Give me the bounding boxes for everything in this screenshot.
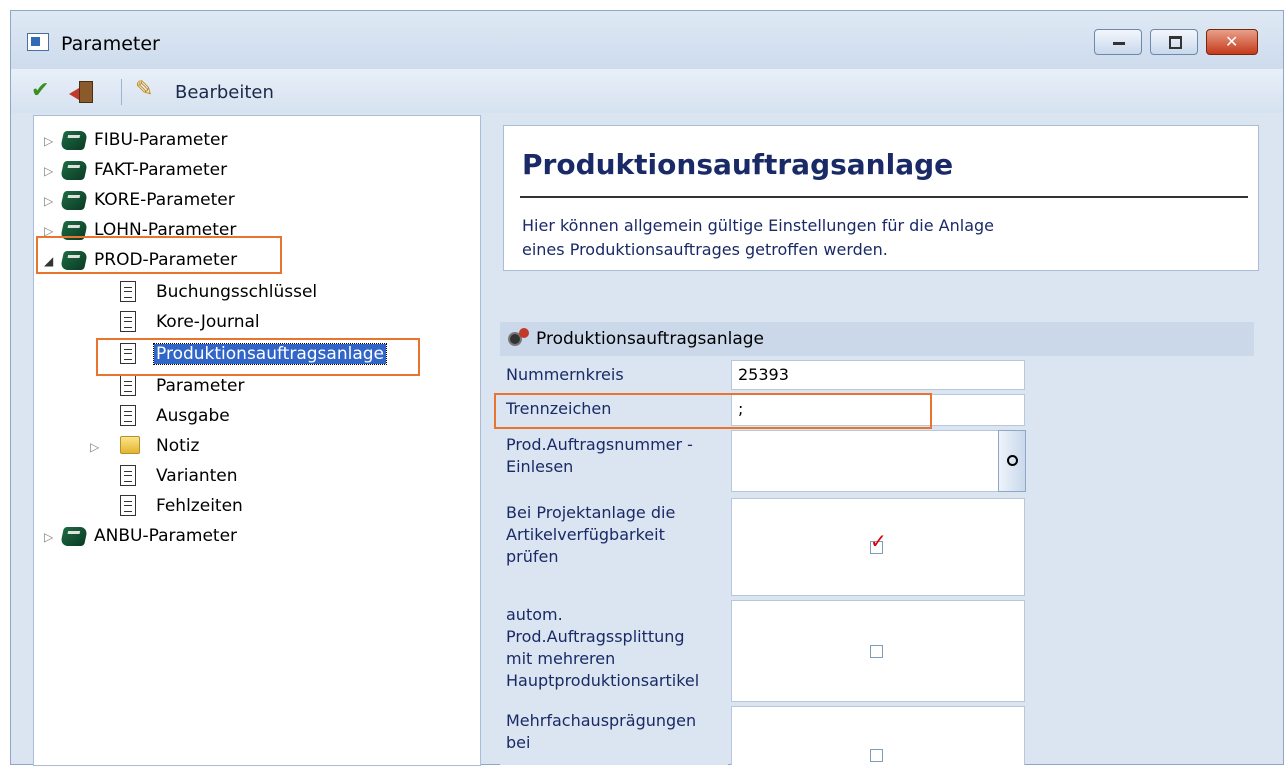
pencil-icon[interactable]: ✎ [135,79,153,101]
title-divider [520,196,1248,198]
checkmark-icon[interactable]: ✔ [31,80,49,102]
tree-item-label: Parameter [156,376,245,396]
exit-door-icon[interactable] [69,81,93,103]
checkmark-icon: ✓ [870,529,887,553]
label-line: autom. [506,605,563,624]
tree-item-label: FIBU-Parameter [94,130,228,150]
toolbar-separator [121,79,122,105]
splitting-checkbox[interactable] [870,645,883,658]
parameter-tree[interactable]: ▷ FIBU-Parameter ▷ FAKT-Parameter ▷ KORE… [33,115,481,766]
document-icon [120,465,136,486]
nummernkreis-field[interactable]: 25393 [731,360,1025,390]
section-header: Produktionsauftragsanlage [500,322,1254,356]
highlight-frame-trennzeichen [494,393,932,429]
expand-arrow-icon[interactable]: ▷ [44,194,53,208]
label-line: Hauptproduktionsartikel [506,671,700,690]
description-line: eines Produktionsauftrages getroffen wer… [522,240,888,259]
tree-item-label: Ausgabe [156,406,230,426]
window-title: Parameter [61,33,160,55]
tree-item-label: Kore-Journal [156,312,260,332]
mehrfach-cell [731,706,1025,765]
tree-item-label: Notiz [156,436,200,456]
app-icon [27,33,49,51]
book-icon [59,191,89,210]
tree-item-label: Varianten [156,466,238,486]
label-line: mit mehreren [506,649,616,668]
document-icon [120,311,136,332]
label-line: bei [506,733,531,752]
label-line: Artikelverfügbarkeit [506,525,665,544]
page-description: Hier können allgemein gültige Einstellun… [522,214,994,262]
description-panel: Produktionsauftragsanlage Hier können al… [503,125,1259,271]
document-icon [120,375,136,396]
expand-arrow-icon[interactable]: ▷ [44,164,53,178]
tree-item-label: FAKT-Parameter [94,160,228,180]
title-bar[interactable]: Parameter [11,11,1283,69]
label-line: Prod.Auftragsnummer - [506,435,693,454]
expand-arrow-icon[interactable]: ▷ [90,440,99,454]
einlesen-field[interactable] [731,430,999,492]
edit-button[interactable]: Bearbeiten [175,82,274,103]
book-icon [59,161,89,180]
close-button[interactable] [1206,29,1258,55]
highlight-frame-produktionsauftragsanlage [96,338,420,376]
folder-icon [120,436,140,454]
expand-arrow-icon[interactable]: ▷ [44,530,53,544]
einlesen-label: Prod.Auftragsnummer - Einlesen [500,430,728,492]
document-icon [120,405,136,426]
nummernkreis-label: Nummernkreis [500,360,728,390]
description-line: Hier können allgemein gültige Einstellun… [522,216,995,235]
section-title: Produktionsauftragsanlage [536,329,764,349]
document-icon [120,495,136,516]
splitting-cell [731,600,1025,702]
label-line: Einlesen [506,457,574,476]
tree-item-label: Fehlzeiten [156,496,243,516]
tree-item-label: Buchungsschlüssel [156,282,318,302]
search-lookup-button[interactable] [998,430,1026,492]
label-line: Mehrfachausprägungen [506,711,697,730]
maximize-button[interactable] [1150,29,1198,55]
settings-icon [508,328,530,348]
projektanlage-checkbox[interactable]: ✓ [870,531,887,554]
tree-item-label: ANBU-Parameter [94,526,238,546]
minimize-button[interactable] [1094,29,1142,55]
expand-arrow-icon[interactable]: ▷ [44,134,53,148]
splitting-label: autom. Prod.Auftragssplittung mit mehrer… [500,600,728,702]
document-icon [120,281,136,302]
book-icon [59,527,89,546]
label-line: prüfen [506,547,559,566]
projektanlage-cell: ✓ [731,498,1025,596]
highlight-frame-prod [36,236,282,274]
label-line: Bei Projektanlage die [506,503,676,522]
tree-item-label: KORE-Parameter [94,190,235,210]
projektanlage-label: Bei Projektanlage die Artikelverfügbarke… [500,498,728,596]
mehrfach-checkbox[interactable] [870,749,883,762]
label-line: Prod.Auftragssplittung [506,627,685,646]
toolbar: ✔ ✎ Bearbeiten [11,69,1283,113]
page-title: Produktionsauftragsanlage [522,148,954,181]
mehrfach-label: Mehrfachausprägungen bei [500,706,728,765]
book-icon [59,131,89,150]
